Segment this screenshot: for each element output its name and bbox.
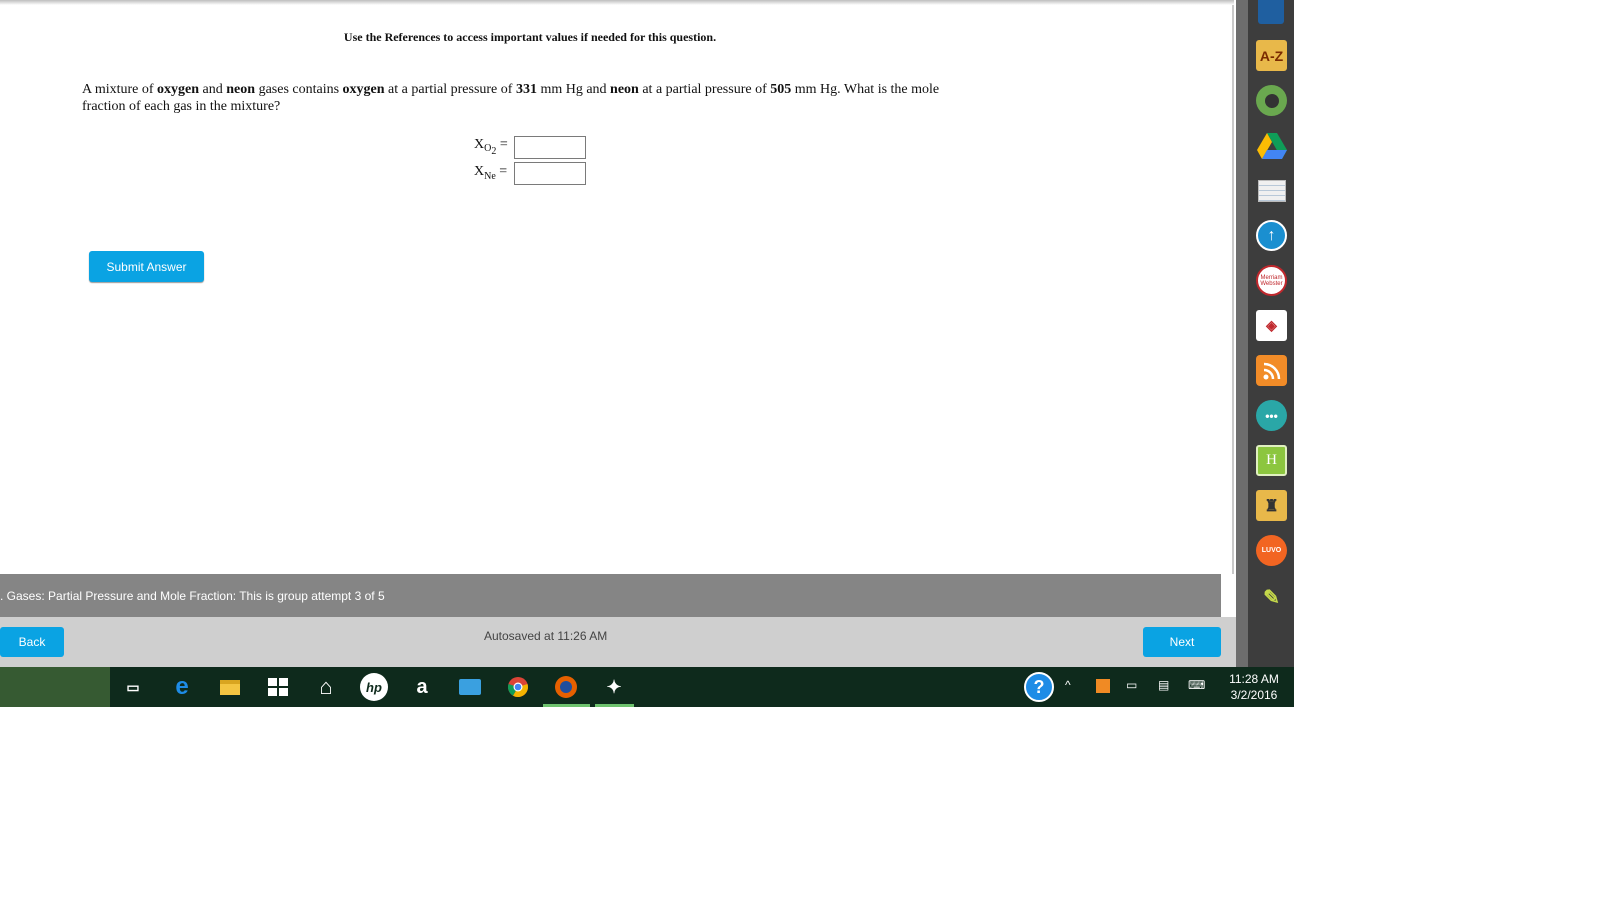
chat-icon[interactable]: ••• xyxy=(1256,400,1287,431)
hp-icon[interactable]: hp xyxy=(360,673,388,701)
amazon-glyph: a xyxy=(416,675,428,698)
question-text-segment: gases contains xyxy=(255,82,343,97)
store-shape xyxy=(268,678,288,696)
o2-label: XO2 = xyxy=(474,137,514,158)
chevron-up-icon[interactable]: ^ xyxy=(1065,678,1071,692)
edge-icon[interactable]: e xyxy=(168,673,196,701)
question-text-segment: at a partial pressure of xyxy=(384,82,516,97)
notepad-icon[interactable] xyxy=(1256,175,1287,206)
ne-label: XNe = xyxy=(474,164,514,182)
luvo-label: LUVO xyxy=(1261,547,1282,554)
home-icon[interactable]: ⌂ xyxy=(312,673,340,701)
next-button[interactable]: Next xyxy=(1143,627,1221,657)
dictionary-icon[interactable]: Merriam Webster xyxy=(1256,265,1287,296)
paint-icon[interactable]: ✦ xyxy=(600,673,628,701)
question-text: A mixture of oxygen and neon gases conta… xyxy=(82,81,962,115)
answer-form: XO2 = XNe = xyxy=(474,134,586,186)
back-button[interactable]: Back xyxy=(0,627,64,657)
rss-icon[interactable] xyxy=(1256,355,1287,386)
firefox-active-indicator xyxy=(543,704,590,707)
answer-row-o2: XO2 = xyxy=(474,134,586,160)
drive-icon[interactable] xyxy=(1256,130,1287,161)
o2-equals: = xyxy=(499,136,508,152)
question-gas-oxygen: oxygen xyxy=(157,82,200,97)
dictionary-label: Merriam Webster xyxy=(1260,274,1283,287)
navigation-bar: Back Autosaved at 11:26 AM Next xyxy=(0,617,1236,667)
o2-label-sub2: 2 xyxy=(491,146,497,158)
question-panel: Use the References to access important v… xyxy=(0,0,1234,574)
neon-pressure-value: 505 xyxy=(770,82,792,97)
firefox-icon[interactable] xyxy=(552,673,580,701)
top-shadow xyxy=(0,0,1234,5)
ne-label-x: X xyxy=(474,164,485,180)
amazon-icon[interactable]: a xyxy=(408,673,436,701)
highlighter-icon[interactable]: ✎ xyxy=(1256,582,1287,613)
az-icon[interactable]: A-Z xyxy=(1256,40,1287,71)
oxygen-pressure-value: 331 xyxy=(515,82,537,97)
file-explorer-icon[interactable] xyxy=(216,673,244,701)
references-note: Use the References to access important v… xyxy=(343,30,717,44)
firefox-svg xyxy=(555,676,577,698)
cy-icon[interactable]: ◈ xyxy=(1256,310,1287,341)
photos-shape xyxy=(459,679,481,695)
avatar-inner xyxy=(1264,93,1279,108)
photos-icon[interactable] xyxy=(456,673,484,701)
help-glyph: ? xyxy=(1033,676,1045,697)
group-attempt-bar: . Gases: Partial Pressure and Mole Fract… xyxy=(0,574,1221,617)
taskbar-start-area[interactable] xyxy=(0,667,110,707)
question-gas-oxygen: oxygen xyxy=(342,82,385,97)
clock-date: 3/2/2016 xyxy=(1230,688,1278,702)
ne-label-sub: Ne xyxy=(484,170,496,182)
answer-row-ne: XNe = xyxy=(474,160,586,186)
autosave-status: Autosaved at 11:26 AM xyxy=(484,629,608,643)
chrome-icon[interactable] xyxy=(504,673,532,701)
help-icon[interactable]: ? xyxy=(1024,672,1054,702)
bookmark-icon[interactable] xyxy=(1258,0,1284,24)
clock-time: 11:28 AM xyxy=(1229,672,1279,686)
rss-svg xyxy=(1263,362,1280,379)
task-view-icon[interactable]: ▭ xyxy=(119,673,147,701)
paint-active-indicator xyxy=(595,704,634,707)
o2-mole-fraction-input[interactable] xyxy=(514,135,586,159)
classroom-icon[interactable]: ♜ xyxy=(1256,490,1287,521)
ne-mole-fraction-input[interactable] xyxy=(514,161,586,185)
drive-svg xyxy=(1256,132,1287,159)
keyboard-icon[interactable]: ⌨ xyxy=(1188,678,1205,692)
edge-glyph: e xyxy=(175,673,189,700)
ne-equals: = xyxy=(499,164,508,180)
notifications-icon[interactable]: ▤ xyxy=(1158,678,1169,692)
az-label: A-Z xyxy=(1259,47,1284,64)
question-text-segment: A mixture of xyxy=(82,82,158,97)
question-text-segment: mm Hg and xyxy=(536,82,611,97)
question-text-segment: at a partial pressure of xyxy=(638,82,771,97)
avatar-icon[interactable] xyxy=(1256,85,1287,116)
question-text-segment: and xyxy=(199,82,227,97)
upload-icon[interactable]: ↑ xyxy=(1256,220,1287,251)
taskbar-clock[interactable]: 11:28 AM 3/2/2016 xyxy=(1218,671,1290,703)
submit-answer-button[interactable]: Submit Answer xyxy=(89,251,204,282)
o2-label-x: X xyxy=(474,136,485,152)
hydrogen-label: H xyxy=(1266,452,1277,468)
hydrogen-icon[interactable]: H xyxy=(1256,445,1287,476)
question-gas-neon: neon xyxy=(226,82,256,97)
tray-app-icon[interactable] xyxy=(1096,679,1110,693)
chrome-svg xyxy=(508,677,528,698)
group-attempt-text: . Gases: Partial Pressure and Mole Fract… xyxy=(0,588,385,603)
folder-shape xyxy=(220,679,240,695)
network-icon[interactable]: ▭ xyxy=(1126,678,1137,692)
windows-taskbar: ▭ e ⌂ hp a ✦ ? ^ ▭ ▤ ⌨ 11:28 AM 3/2/2016 xyxy=(0,667,1294,707)
store-icon[interactable] xyxy=(264,673,292,701)
notepad-inner xyxy=(1257,179,1286,202)
luvo-icon[interactable]: LUVO xyxy=(1256,535,1287,566)
question-gas-neon: neon xyxy=(610,82,639,97)
hp-glyph: hp xyxy=(366,679,382,695)
